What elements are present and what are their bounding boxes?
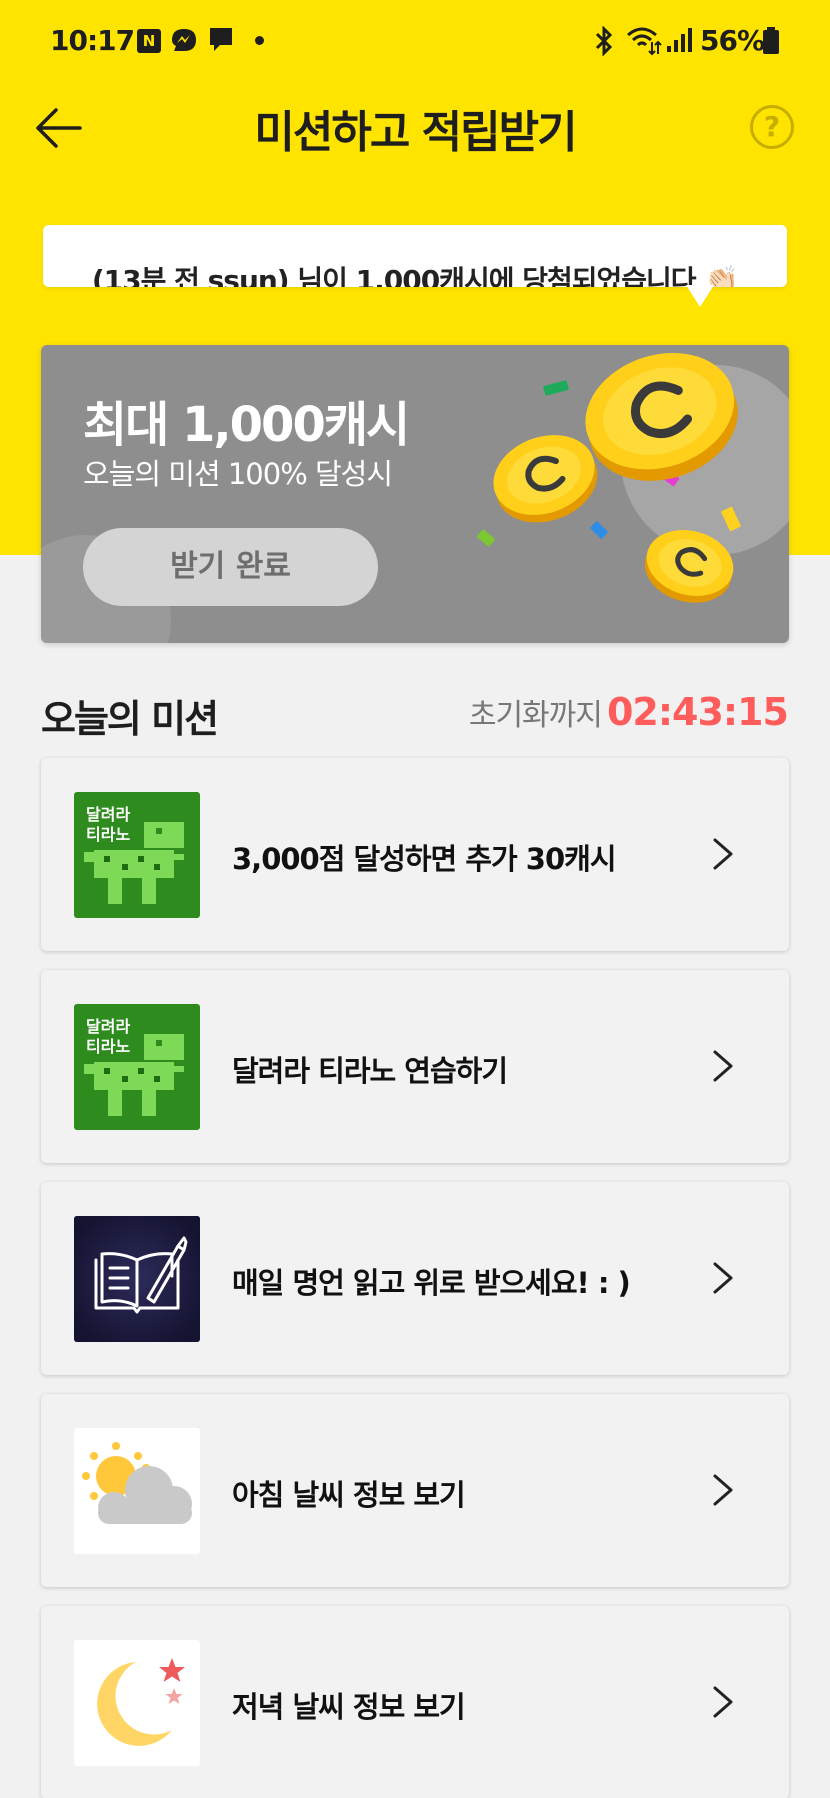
dino-game-icon: 달려라 티라노 (74, 1004, 200, 1130)
banner-subtitle: 오늘의 미션 100% 달성시 (83, 457, 393, 491)
svg-text:달려라: 달려라 (86, 1017, 130, 1036)
book-quill-icon (74, 1216, 200, 1342)
bluetooth-icon (595, 26, 613, 56)
mission-item[interactable]: 저녁 날씨 정보 보기 (41, 1606, 789, 1798)
messenger-icon (172, 29, 196, 51)
status-time: 10:17 (50, 24, 135, 57)
page-title: 미션하고 적립받기 (254, 107, 577, 158)
wifi-icon (627, 27, 662, 56)
sun-cloud-icon (74, 1428, 200, 1554)
mission-label: 3,000점 달성하면 추가 30캐시 (232, 842, 616, 876)
reset-label: 초기화까지 (468, 698, 603, 733)
svg-text:달려라: 달려라 (86, 805, 130, 824)
help-icon[interactable]: ? (750, 105, 794, 149)
chevron-right-icon (713, 1262, 733, 1294)
chevron-right-icon (713, 838, 733, 870)
battery-percent: 56% (700, 24, 765, 57)
reset-timer: 초기화까지 02:43:15 (468, 690, 789, 734)
chevron-right-icon (713, 1050, 733, 1082)
battery-icon (763, 27, 779, 54)
winner-ticker: (13분 전 ssun) 님이 1,000캐시에 당첨되었습니다 👏🏻 (43, 225, 787, 287)
mission-label: 달려라 티라노 연습하기 (232, 1054, 508, 1088)
reset-time: 02:43:15 (606, 690, 789, 734)
ticker-text: (13분 전 ssun) 님이 1,000캐시에 당첨되었습니다 👏🏻 (91, 264, 739, 287)
mission-item[interactable]: 매일 명언 읽고 위로 받으세요! : ) (41, 1182, 789, 1375)
section-title: 오늘의 미션 (41, 697, 219, 741)
mission-label: 저녁 날씨 정보 보기 (232, 1690, 466, 1724)
svg-text:티라노: 티라노 (86, 825, 130, 844)
chevron-right-icon (713, 1474, 733, 1506)
dot-icon (255, 36, 264, 45)
naver-icon: N (137, 29, 161, 53)
mission-item[interactable]: 아침 날씨 정보 보기 (41, 1394, 789, 1587)
mission-item[interactable]: 달려라 티라노 달려라 티라노 연습하기 (41, 970, 789, 1163)
reward-banner: 최대 1,000캐시 오늘의 미션 100% 달성시 받기 완료 (41, 345, 789, 643)
chevron-right-icon (713, 1686, 733, 1718)
mission-label: 아침 날씨 정보 보기 (232, 1478, 466, 1512)
message-icon (210, 28, 232, 51)
ticker-tail (686, 285, 714, 307)
dino-game-icon: 달려라 티라노 (74, 792, 200, 918)
status-bar: 10:17 N 56% (0, 0, 830, 80)
banner-title: 최대 1,000캐시 (83, 397, 410, 453)
mission-label: 매일 명언 읽고 위로 받으세요! : ) (232, 1266, 631, 1300)
mission-item[interactable]: 달려라 티라노 3,000점 달성하면 추가 30캐시 (41, 758, 789, 951)
moon-stars-icon (74, 1640, 200, 1766)
claim-button[interactable]: 받기 완료 (83, 528, 378, 606)
signal-icon (667, 28, 692, 52)
svg-text:티라노: 티라노 (86, 1037, 130, 1056)
